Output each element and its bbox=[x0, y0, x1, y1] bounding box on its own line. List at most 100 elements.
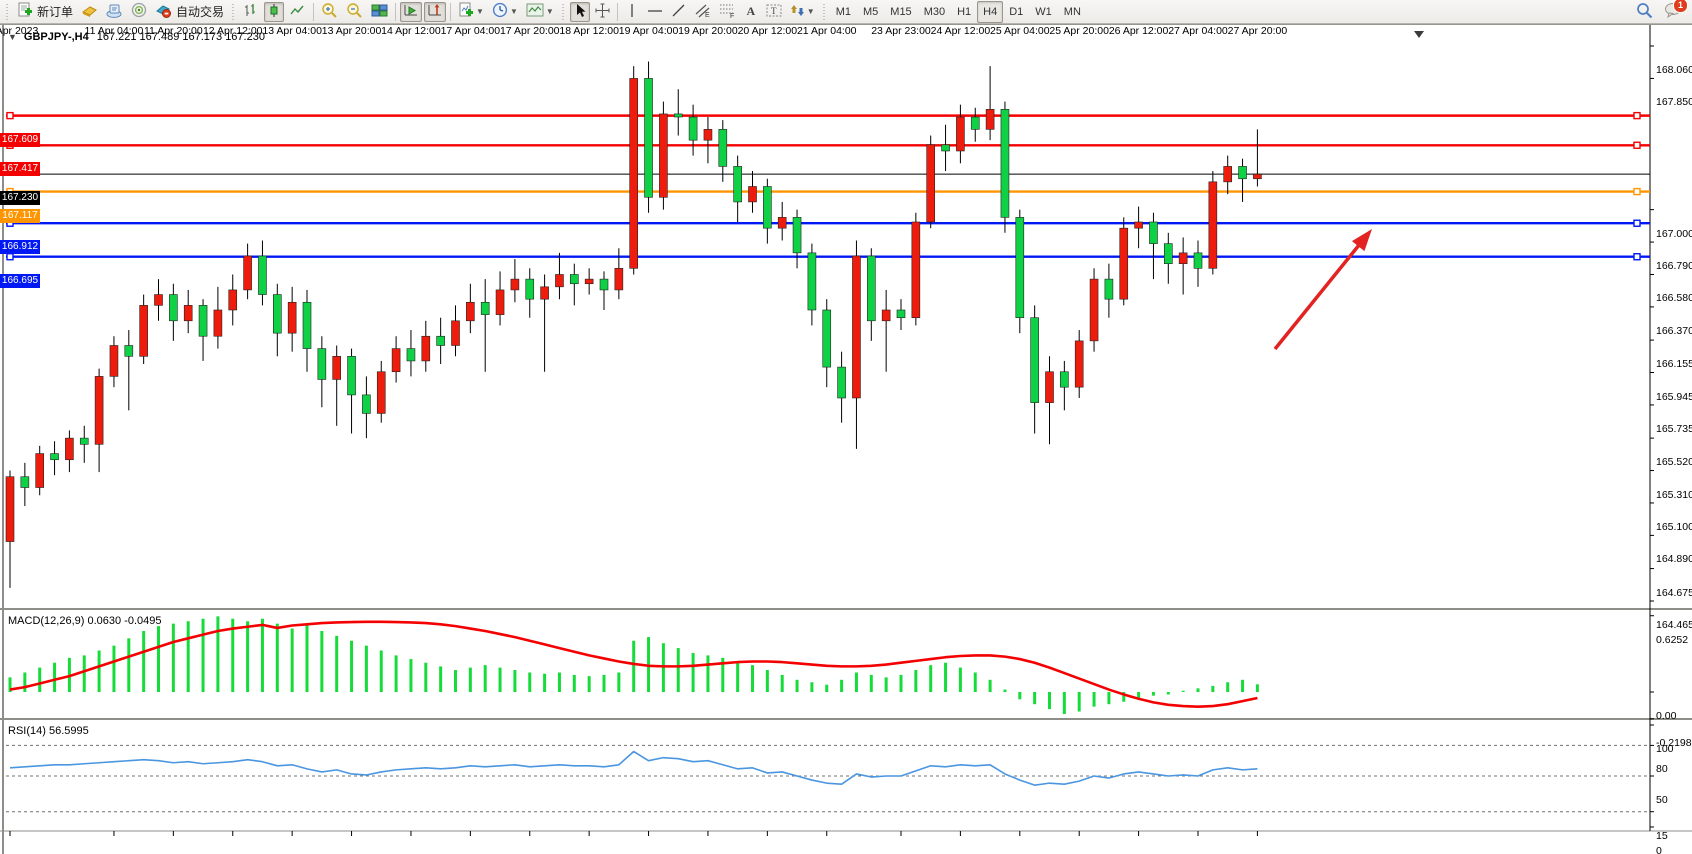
toolbar-right-group: 1 bbox=[1632, 2, 1686, 22]
fibonacci-tool-button[interactable]: F bbox=[716, 2, 739, 22]
bar-chart-mode-button[interactable] bbox=[240, 2, 262, 22]
price-axis-label: 166.580 bbox=[1656, 292, 1692, 304]
auto-trading-button[interactable]: 自动交易 bbox=[152, 2, 227, 22]
tab-timeframe-m30[interactable]: M30 bbox=[918, 1, 951, 23]
price-axis-label: 165.945 bbox=[1656, 391, 1692, 403]
candle-body bbox=[689, 117, 697, 140]
trendline-tool-button[interactable] bbox=[668, 2, 689, 22]
rsi-line bbox=[10, 752, 1257, 786]
new-order-button[interactable]: 新订单 bbox=[14, 2, 76, 22]
chart-window: ▼ GBPJPY-,H4 167.221 167.489 167.173 167… bbox=[0, 24, 1692, 854]
candle-body bbox=[1090, 279, 1098, 341]
collapse-chart-icon[interactable]: ▼ bbox=[8, 32, 17, 42]
candle-body bbox=[674, 114, 682, 117]
equidistant-channel-icon: E bbox=[694, 2, 711, 21]
tab-timeframe-w1[interactable]: W1 bbox=[1029, 1, 1058, 23]
tab-timeframe-m1[interactable]: M1 bbox=[830, 1, 857, 23]
candle-body bbox=[318, 349, 326, 380]
price-axis-label: 164.465 bbox=[1656, 619, 1692, 631]
candle-body bbox=[362, 395, 370, 414]
hline-handle[interactable] bbox=[1634, 220, 1640, 226]
toolbar-grip bbox=[560, 4, 567, 20]
candle-body bbox=[570, 274, 578, 283]
chart-canvas[interactable] bbox=[0, 25, 1692, 854]
notifications-button[interactable]: 1 bbox=[1661, 2, 1685, 22]
candle-body bbox=[80, 438, 88, 444]
candle-body bbox=[407, 349, 415, 361]
dropdown-arrow-icon: ▼ bbox=[476, 7, 484, 16]
zoom-in-button[interactable] bbox=[318, 2, 341, 22]
line-chart-mode-button[interactable] bbox=[286, 2, 309, 22]
chart-shift-marker[interactable] bbox=[1414, 31, 1424, 38]
candle-body bbox=[95, 376, 103, 444]
candle-body bbox=[229, 290, 237, 310]
notification-count-badge: 1 bbox=[1673, 0, 1688, 13]
hline-handle[interactable] bbox=[1634, 113, 1640, 119]
candle-body bbox=[1105, 279, 1113, 299]
candle-body bbox=[986, 109, 994, 129]
candle-body bbox=[140, 305, 148, 356]
toolbar-grip bbox=[4, 4, 11, 20]
tab-timeframe-m15[interactable]: M15 bbox=[884, 1, 917, 23]
time-axis-label: 23 Apr 23:00 bbox=[871, 25, 931, 37]
tab-timeframe-mn[interactable]: MN bbox=[1058, 1, 1087, 23]
vertical-line-tool-button[interactable] bbox=[622, 2, 642, 22]
zoom-out-button[interactable] bbox=[343, 2, 366, 22]
tab-timeframe-d1[interactable]: D1 bbox=[1003, 1, 1029, 23]
candle-body bbox=[333, 356, 341, 379]
periods-button[interactable]: ▼ bbox=[489, 2, 521, 22]
quotes-button[interactable] bbox=[78, 2, 101, 22]
text-label-tool-button[interactable]: T bbox=[763, 2, 785, 22]
rsi-axis-label: 15 bbox=[1656, 830, 1668, 842]
chart-ohlc-values: 167.221 167.489 167.173 167.230 bbox=[97, 31, 265, 43]
cursor-tool-button[interactable] bbox=[570, 2, 590, 22]
crosshair-tool-button[interactable] bbox=[592, 2, 613, 22]
hline-handle[interactable] bbox=[1634, 142, 1640, 148]
svg-text:F: F bbox=[730, 13, 734, 18]
candle-body bbox=[1194, 253, 1202, 268]
candle-body bbox=[882, 310, 890, 321]
rsi-indicator-label: RSI(14) 56.5995 bbox=[8, 725, 89, 737]
text-tool-button[interactable]: A bbox=[741, 2, 761, 22]
horizontal-line-tool-button[interactable] bbox=[644, 2, 666, 22]
candlestick-mode-button[interactable] bbox=[264, 2, 284, 22]
hline-handle[interactable] bbox=[1634, 189, 1640, 195]
chart-shift-button[interactable] bbox=[424, 2, 446, 22]
dropdown-arrow-icon: ▼ bbox=[807, 7, 815, 16]
dropdown-arrow-icon: ▼ bbox=[546, 7, 554, 16]
zoom-out-icon bbox=[346, 2, 363, 21]
candle-body bbox=[169, 295, 177, 321]
sound-alert-button[interactable] bbox=[128, 2, 150, 22]
candlestick-icon bbox=[267, 3, 281, 21]
dropdown-arrow-icon: ▼ bbox=[510, 7, 518, 16]
time-axis-label: 25 Apr 20:00 bbox=[1049, 25, 1109, 37]
hline-handle[interactable] bbox=[7, 113, 13, 119]
candle-body bbox=[749, 186, 757, 201]
tab-timeframe-h1[interactable]: H1 bbox=[951, 1, 977, 23]
candle-body bbox=[125, 345, 133, 356]
search-button[interactable] bbox=[1633, 2, 1656, 22]
market-watch-button[interactable] bbox=[103, 2, 126, 22]
arrows-tool-button[interactable]: ▼ bbox=[787, 2, 818, 22]
hline-handle[interactable] bbox=[7, 254, 13, 260]
tab-timeframe-m5[interactable]: M5 bbox=[857, 1, 884, 23]
candle-body bbox=[214, 310, 222, 336]
candle-body bbox=[659, 114, 667, 197]
price-axis-label: 167.000 bbox=[1656, 228, 1692, 240]
price-line-badge: 166.695 bbox=[0, 274, 40, 288]
candle-body bbox=[630, 78, 638, 268]
sound-alert-icon bbox=[131, 2, 147, 21]
tile-windows-button[interactable] bbox=[368, 2, 391, 22]
indicators-button[interactable]: ▼ bbox=[455, 2, 487, 22]
templates-button[interactable]: ▼ bbox=[523, 2, 557, 22]
candle-body bbox=[51, 454, 59, 460]
toolbar-grip bbox=[230, 4, 237, 20]
channel-tool-button[interactable]: E bbox=[691, 2, 714, 22]
candle-body bbox=[244, 256, 252, 290]
auto-scroll-button[interactable] bbox=[400, 2, 422, 22]
tab-timeframe-h4[interactable]: H4 bbox=[977, 1, 1003, 23]
hline-handle[interactable] bbox=[1634, 254, 1640, 260]
candle-body bbox=[1164, 244, 1172, 264]
price-line-badge: 167.417 bbox=[0, 162, 40, 176]
fibonacci-icon: F bbox=[719, 2, 736, 21]
